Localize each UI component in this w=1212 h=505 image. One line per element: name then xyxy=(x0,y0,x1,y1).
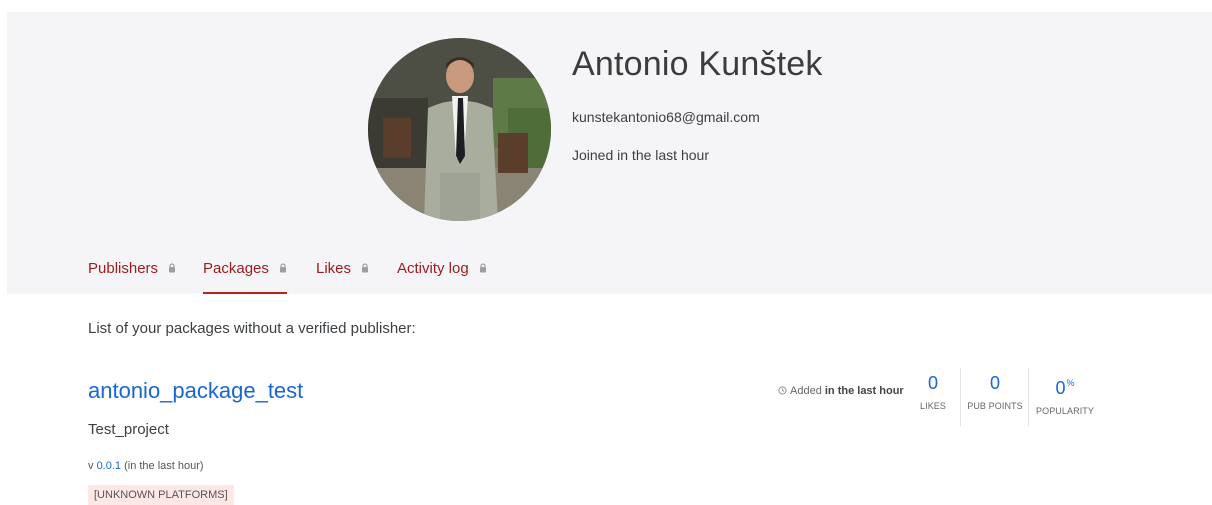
version-suffix: (in the last hour) xyxy=(121,460,204,472)
stat-likes: 0 LIKES xyxy=(913,372,953,411)
profile-email: kunstekantonio68@gmail.com xyxy=(572,109,760,125)
lock-icon xyxy=(169,263,176,273)
stat-pub-points-value: 0 xyxy=(989,373,1000,393)
stat-popularity-label: POPULARITY xyxy=(1035,406,1094,416)
stat-pub-points: 0 PUB POINTS xyxy=(964,372,1026,411)
stat-likes-label: LIKES xyxy=(919,401,946,411)
active-tab-indicator xyxy=(203,292,288,294)
profile-photo-icon xyxy=(368,38,551,221)
lock-icon xyxy=(280,263,287,273)
package-version: v 0.0.1 (in the last hour) xyxy=(88,460,204,472)
package-added: Added in the last hour xyxy=(778,385,904,397)
package-description: Test_project xyxy=(88,421,169,438)
tab-likes[interactable]: Likes xyxy=(316,260,369,294)
tab-label: Activity log xyxy=(397,260,469,277)
platforms-badge: [UNKNOWN PLATFORMS] xyxy=(88,485,234,505)
version-link[interactable]: 0.0.1 xyxy=(97,460,121,472)
profile-joined: Joined in the last hour xyxy=(572,147,709,163)
tab-packages[interactable]: Packages xyxy=(203,260,288,294)
version-prefix: v xyxy=(88,460,97,472)
stat-popularity-value: 0% xyxy=(1032,372,1098,399)
profile-name: Antonio Kunštek xyxy=(572,45,823,83)
packages-intro: List of your packages without a verified… xyxy=(88,320,416,337)
tab-activity-log[interactable]: Activity log xyxy=(397,260,487,294)
package-title-link[interactable]: antonio_package_test xyxy=(88,378,303,404)
added-time: in the last hour xyxy=(824,385,904,397)
tab-label: Likes xyxy=(316,260,352,277)
lock-icon xyxy=(362,263,369,273)
tab-publishers[interactable]: Publishers xyxy=(88,260,176,294)
tab-label: Publishers xyxy=(88,260,159,277)
stat-popularity: 0% POPULARITY xyxy=(1032,372,1098,416)
stat-likes-value: 0 xyxy=(927,373,938,393)
added-prefix: Added xyxy=(790,385,825,397)
tab-label: Packages xyxy=(203,260,269,277)
stat-divider xyxy=(1028,368,1029,426)
popularity-unit: % xyxy=(1066,378,1075,388)
avatar xyxy=(368,38,551,221)
lock-icon xyxy=(479,263,486,273)
stat-pub-points-label: PUB POINTS xyxy=(967,401,1023,411)
stat-divider xyxy=(960,368,961,426)
popularity-number: 0 xyxy=(1055,378,1066,398)
clock-icon xyxy=(778,386,787,395)
